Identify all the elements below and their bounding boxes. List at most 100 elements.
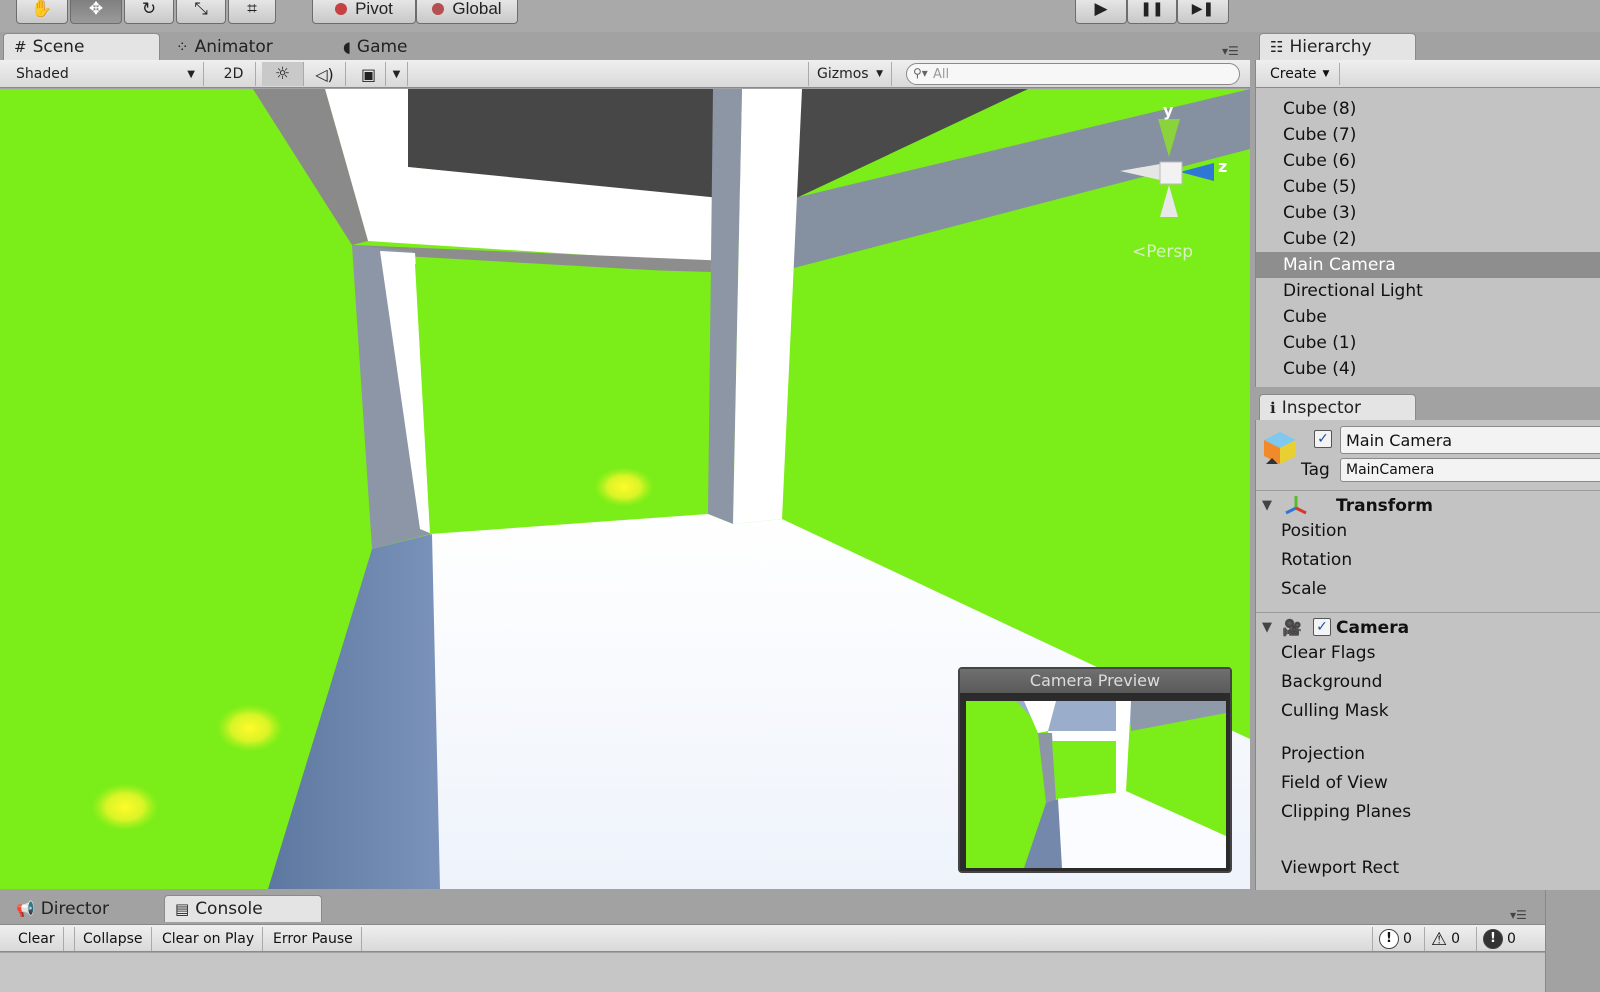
transform-icon [1284,494,1308,520]
hierarchy-item[interactable]: Cube (5) [1256,174,1600,200]
scene-effects-button[interactable]: ▣ [352,62,386,86]
tag-value: MainCamera [1346,462,1435,478]
tab-console[interactable]: ▤ Console [164,895,322,922]
camera-background-label: Background [1281,672,1383,692]
camera-culling-mask-label: Culling Mask [1281,701,1389,721]
hierarchy-item[interactable]: Cube (6) [1256,148,1600,174]
console-collapse-button[interactable]: Collapse [74,927,152,951]
hierarchy-item-label: Cube (7) [1283,125,1357,145]
speaker-icon: ◁) [315,64,334,84]
camera-component-header[interactable]: ▼ 🎥 ✓ Camera [1256,612,1600,642]
scene-search-input[interactable]: ⚲▾ All [906,63,1240,85]
gizmo-y-label: y [1163,101,1174,120]
shading-mode-dropdown[interactable]: Shaded ▼ [8,62,204,86]
collapsed-panel-strip [1545,890,1600,992]
rect-tool-button[interactable]: ⌗ [228,0,276,24]
active-checkbox[interactable]: ✓ [1314,430,1332,448]
pivot-label: Pivot [355,0,393,18]
bottom-tab-bar: 📢 Director ▤ Console ▾☰ [0,890,1545,922]
info-count-toggle[interactable]: ! 0 [1372,927,1418,951]
list-icon: ☷ [1270,38,1284,56]
foldout-triangle-icon: ▼ [1262,498,1272,513]
camera-viewport-rect-label: Viewport Rect [1281,858,1400,878]
scene-toolbar: Shaded ▼ 2D ☼ ◁) ▣ ▼ Gizmos ▼ ⚲▾ All [0,60,1250,88]
info-icon: ! [1379,929,1399,949]
hierarchy-item-label: Cube (1) [1283,333,1357,353]
pause-button[interactable]: ❚❚ [1127,0,1177,24]
hand-tool-button[interactable]: ✋ [16,0,68,24]
hierarchy-item-label: Cube (5) [1283,177,1357,197]
rect-icon: ⌗ [247,0,257,19]
pivot-icon [335,3,348,15]
hierarchy-toolbar: Create ▼ [1256,60,1600,88]
tab-director[interactable]: 📢 Director [5,895,155,922]
camera-icon: 🎥 [1282,618,1302,637]
tab-hierarchy-label: Hierarchy [1289,37,1372,57]
camera-clear-flags-label: Clear Flags [1281,643,1376,663]
scene-panel-menu-icon[interactable]: ▾☰ [1222,44,1239,58]
inspector-panel: ✓ Main Camera Tag MainCamera ▼ Transform… [1255,420,1600,890]
transform-component-header[interactable]: ▼ Transform [1256,490,1600,520]
error-count-toggle[interactable]: ! 0 [1476,927,1522,951]
megaphone-icon: 📢 [16,900,35,918]
shading-mode-value: Shaded [16,66,69,82]
console-clear-on-play-label: Clear on Play [162,931,255,947]
warning-count-toggle[interactable]: ⚠ 0 [1424,927,1466,951]
play-button[interactable]: ▶ [1075,0,1127,24]
object-name-field[interactable]: Main Camera [1340,426,1600,454]
move-tool-button[interactable]: ✥ [70,0,122,24]
hierarchy-item[interactable]: Cube (7) [1256,122,1600,148]
hierarchy-item[interactable]: Cube (4) [1256,356,1600,382]
global-toggle-button[interactable]: Global [416,0,518,24]
scene-lighting-button[interactable]: ☼ [262,62,304,86]
chevron-down-icon: ▼ [187,68,195,80]
tab-hierarchy[interactable]: ☷ Hierarchy [1259,33,1416,60]
console-clear-on-play-button[interactable]: Clear on Play [154,927,264,951]
tab-inspector[interactable]: ℹ Inspector [1259,394,1416,421]
chevron-down-icon: ▼ [1322,69,1330,79]
transform-position-label: Position [1281,521,1348,541]
tab-animator[interactable]: ⁘ Animator [165,33,325,60]
console-log-area[interactable] [0,953,1545,992]
scene-effects-dropdown[interactable]: ▼ [386,62,408,86]
search-icon: ⚲▾ [913,66,928,80]
hierarchy-item[interactable]: Cube (1) [1256,330,1600,356]
camera-enabled-checkbox[interactable]: ✓ [1313,618,1331,636]
tab-console-label: Console [195,899,263,919]
gizmos-dropdown[interactable]: Gizmos ▼ [808,62,892,86]
step-button[interactable]: ▶❚ [1177,0,1229,24]
hierarchy-item[interactable]: Cube (3) [1256,200,1600,226]
hierarchy-item[interactable]: Cube (8) [1256,96,1600,122]
create-label: Create [1270,66,1317,82]
hierarchy-item[interactable]: Cube [1256,304,1600,330]
tab-game-label: Game [356,37,408,57]
info-count: 0 [1403,931,1412,947]
console-toolbar: Clear Collapse Clear on Play Error Pause… [0,924,1545,952]
rotate-tool-button[interactable]: ↻ [124,0,174,24]
scene-audio-button[interactable]: ◁) [304,62,346,86]
global-label: Global [452,0,502,18]
console-clear-button[interactable]: Clear [10,927,64,951]
tag-dropdown[interactable]: MainCamera [1340,458,1600,482]
toggle-2d-button[interactable]: 2D [212,62,256,86]
warning-icon: ⚠ [1431,928,1448,950]
scale-tool-button[interactable]: ⤡ [176,0,226,24]
hierarchy-item-label: Cube (3) [1283,203,1357,223]
tab-inspector-label: Inspector [1281,398,1362,418]
sun-icon: ☼ [274,64,291,84]
create-dropdown[interactable]: Create ▼ [1262,63,1341,85]
tab-animator-label: Animator [194,37,273,57]
transform-scale-label: Scale [1281,579,1327,599]
pivot-toggle-button[interactable]: Pivot [312,0,416,24]
tab-scene-label: Scene [32,37,85,57]
hierarchy-item[interactable]: Cube (2) [1256,226,1600,252]
step-icon: ▶❚ [1191,1,1215,17]
tab-game[interactable]: ◖ Game [332,33,492,60]
console-error-pause-button[interactable]: Error Pause [265,927,362,951]
hierarchy-item[interactable]: Directional Light [1256,278,1600,304]
projection-toggle[interactable]: <Persp [1132,242,1193,262]
tab-scene[interactable]: # Scene [3,33,160,60]
foldout-triangle-icon: ▼ [1262,620,1272,635]
console-panel-menu-icon[interactable]: ▾☰ [1510,908,1527,922]
hierarchy-item[interactable]: Main Camera [1256,252,1600,278]
